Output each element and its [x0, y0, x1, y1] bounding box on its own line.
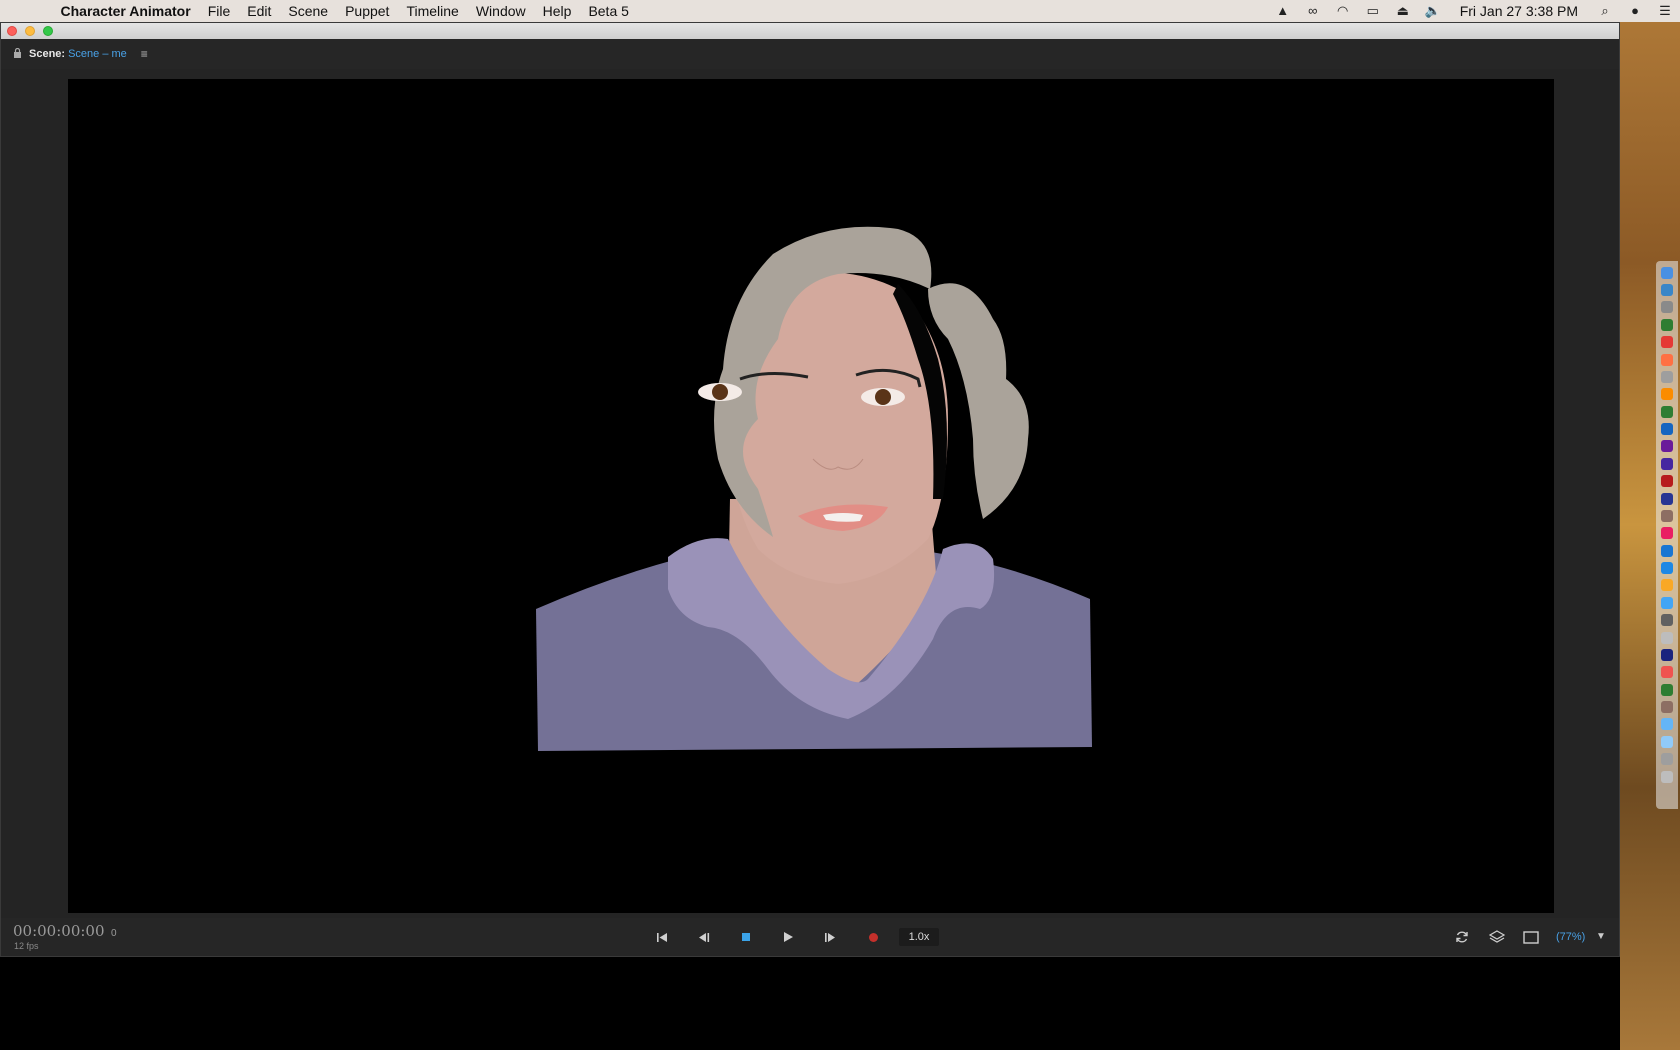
scene-stage[interactable] — [68, 79, 1554, 913]
go-to-start-button[interactable] — [654, 928, 670, 946]
refresh-button[interactable] — [1453, 928, 1471, 946]
dock-app-icon[interactable] — [1661, 457, 1673, 470]
menu-bar: Character Animator File Edit Scene Puppe… — [0, 0, 1680, 22]
dock-app-icon[interactable] — [1661, 266, 1673, 279]
dock-app-icon[interactable] — [1661, 648, 1673, 661]
dock — [1656, 261, 1678, 809]
menu-puppet[interactable]: Puppet — [337, 0, 398, 22]
dock-app-icon[interactable] — [1661, 284, 1673, 297]
puppet-illustration — [536, 226, 1092, 751]
transport-bar: 00:00:00:00 0 12 fps 1.0x (77%) ▼ — [1, 918, 1619, 956]
dock-app-icon[interactable] — [1661, 735, 1673, 748]
menu-help[interactable]: Help — [534, 0, 580, 22]
zoom-level[interactable]: (77%) — [1556, 928, 1585, 946]
dock-app-icon[interactable] — [1661, 701, 1673, 714]
dock-app-icon[interactable] — [1661, 683, 1673, 696]
refresh-icon — [1456, 931, 1468, 943]
menu-edit[interactable]: Edit — [239, 0, 280, 22]
menu-beta[interactable]: Beta 5 — [580, 0, 637, 22]
dock-app-icon[interactable] — [1661, 596, 1673, 609]
scene-panel-header: Scene: Scene – me ≡ — [1, 39, 1619, 69]
spotlight-icon[interactable]: ⌕ — [1594, 0, 1616, 22]
zoom-dropdown-icon[interactable]: ▼ — [1594, 928, 1608, 946]
volume-icon[interactable]: 🔈 — [1422, 0, 1444, 22]
frame-number: 0 — [111, 928, 117, 939]
skip-to-start-icon — [657, 932, 667, 942]
window-minimize-button[interactable] — [25, 26, 35, 36]
panel-title-label: Scene: — [29, 48, 66, 60]
step-back-button[interactable] — [696, 928, 712, 946]
menu-file[interactable]: File — [199, 0, 239, 22]
menu-window[interactable]: Window — [467, 0, 534, 22]
stop-button[interactable] — [738, 928, 754, 946]
dock-app-icon[interactable] — [1661, 423, 1673, 436]
dock-app-icon[interactable] — [1661, 770, 1673, 783]
dock-app-icon[interactable] — [1661, 405, 1673, 418]
dock-app-icon[interactable] — [1661, 527, 1673, 540]
dock-app-icon[interactable] — [1661, 579, 1673, 592]
airplay-icon[interactable]: ▭ — [1362, 0, 1384, 22]
dock-app-icon[interactable] — [1661, 475, 1673, 488]
app-menu[interactable]: Character Animator — [52, 0, 199, 22]
dock-app-icon[interactable] — [1661, 631, 1673, 644]
app-window: Scene: Scene – me ≡ 00:00:00:00 0 12 fps… — [0, 22, 1620, 957]
stop-icon — [742, 933, 750, 941]
wifi-icon[interactable]: ◠ — [1332, 0, 1354, 22]
scene-name[interactable]: Scene – me — [68, 48, 127, 60]
window-close-button[interactable] — [7, 26, 17, 36]
dock-app-icon[interactable] — [1661, 318, 1673, 331]
layers-icon — [1489, 930, 1505, 943]
frame-icon — [1523, 930, 1539, 944]
dock-app-icon[interactable] — [1661, 370, 1673, 383]
dock-app-icon[interactable] — [1661, 336, 1673, 349]
dock-app-icon[interactable] — [1661, 509, 1673, 522]
record-button[interactable] — [865, 928, 881, 946]
notification-center-icon[interactable]: ☰ — [1654, 0, 1676, 22]
google-drive-icon[interactable]: ▲ — [1272, 0, 1294, 22]
dock-app-icon[interactable] — [1661, 718, 1673, 731]
dock-app-icon[interactable] — [1661, 666, 1673, 679]
timecode-display[interactable]: 00:00:00:00 — [13, 922, 105, 940]
panel-menu-icon[interactable]: ≡ — [141, 47, 148, 61]
onion-skin-button[interactable] — [1487, 928, 1507, 946]
eject-icon[interactable]: ⏏ — [1392, 0, 1414, 22]
dock-app-icon[interactable] — [1661, 388, 1673, 401]
creative-cloud-icon[interactable]: ∞ — [1302, 0, 1324, 22]
dock-app-icon[interactable] — [1661, 301, 1673, 314]
fps-label: 12 fps — [14, 941, 39, 951]
step-forward-icon — [825, 932, 835, 942]
dock-app-icon[interactable] — [1661, 353, 1673, 366]
play-button[interactable] — [780, 928, 796, 946]
siri-icon[interactable]: ● — [1624, 0, 1646, 22]
playback-speed-button[interactable]: 1.0x — [899, 928, 939, 946]
menu-scene[interactable]: Scene — [280, 0, 337, 22]
window-titlebar[interactable] — [1, 23, 1619, 39]
step-forward-button[interactable] — [822, 928, 838, 946]
dock-app-icon[interactable] — [1661, 753, 1673, 766]
dock-app-icon[interactable] — [1661, 440, 1673, 453]
dock-app-icon[interactable] — [1661, 562, 1673, 575]
lock-icon[interactable] — [13, 48, 25, 60]
view-mode-button[interactable] — [1521, 928, 1541, 946]
menu-clock[interactable]: Fri Jan 27 3:38 PM — [1448, 3, 1590, 19]
record-icon — [868, 932, 878, 942]
dock-app-icon[interactable] — [1661, 544, 1673, 557]
dock-app-icon[interactable] — [1661, 492, 1673, 505]
dock-app-icon[interactable] — [1661, 614, 1673, 627]
step-back-icon — [699, 932, 710, 942]
window-zoom-button[interactable] — [43, 26, 53, 36]
menu-timeline[interactable]: Timeline — [398, 0, 467, 22]
play-icon — [783, 932, 793, 942]
